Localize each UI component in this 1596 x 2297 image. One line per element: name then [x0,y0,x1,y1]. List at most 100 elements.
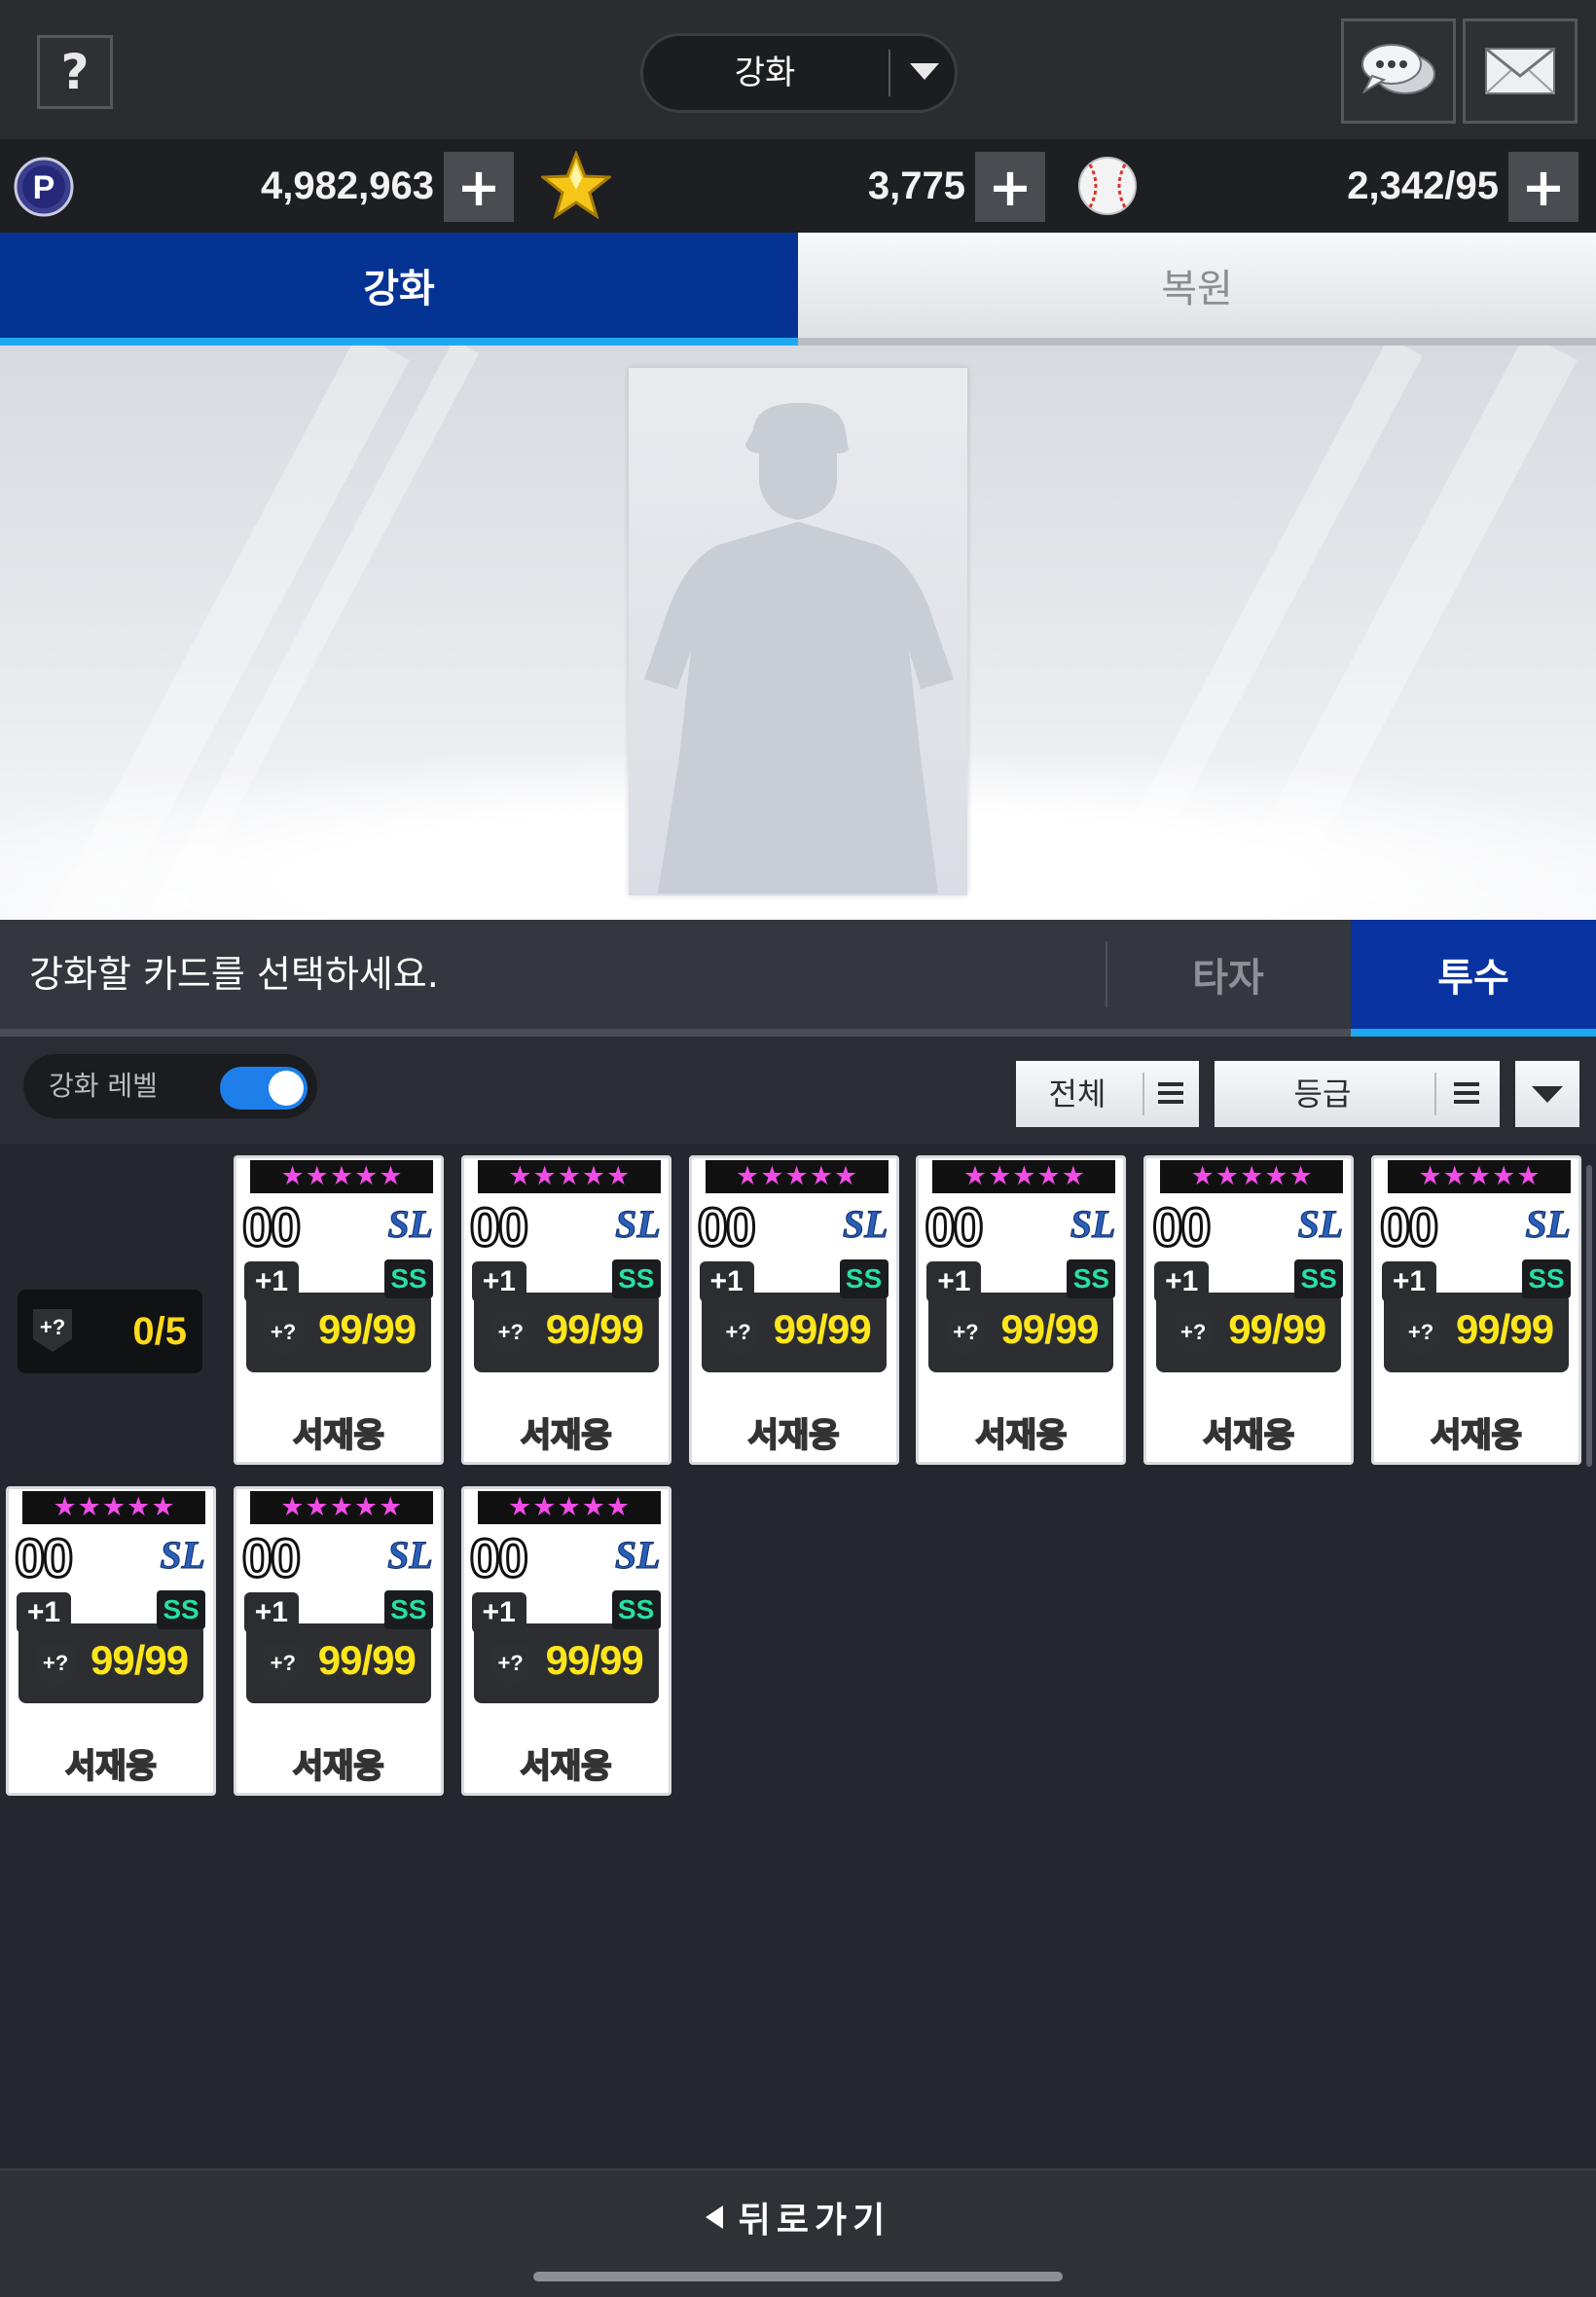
menu-icon [1158,1082,1183,1104]
star-icon: ★ [988,1161,1012,1191]
star-icon: ★ [1264,1161,1288,1191]
player-card[interactable]: ★ ★ ★ ★ ★ 00 SL +1 SS +? 99/99 서재응 [1371,1155,1581,1465]
sort-grade-button[interactable]: 등급 [1215,1061,1500,1127]
enhance-plus-badge: +1 [243,1592,299,1633]
player-card[interactable]: ★ ★ ★ ★ ★ 00 SL +1 SS +? 99/99 서재응 [916,1155,1127,1465]
player-name: 서재응 [747,1415,841,1456]
player-name: 서재응 [520,1415,613,1456]
stars-value: 3,775 [867,164,965,207]
unknown-enhance-badge: +? [264,1314,303,1357]
tab-hitter[interactable]: 타자 [1107,920,1349,1029]
uniform-number: 00 [13,1526,74,1590]
card-stage [0,346,1596,920]
star-icon: ★ [508,1492,532,1522]
enhance-plus-badge: +1 [1154,1261,1210,1302]
add-balls-button[interactable]: + [1508,152,1578,222]
star-icon: ★ [784,1161,809,1191]
star-icon: ★ [557,1492,581,1522]
player-card[interactable]: ★ ★ ★ ★ ★ 00 SL +1 SS +? 99/99 서재응 [1143,1155,1355,1465]
unknown-enhance-text: +? [497,1651,524,1675]
help-button[interactable]: ? [37,35,113,109]
star-icon: ★ [353,1492,379,1522]
filter-divider [1143,1073,1144,1115]
chat-button[interactable] [1341,18,1456,124]
team-logo: SL [387,1202,434,1247]
add-stars-button[interactable]: + [975,152,1045,222]
card-grid: +? 0/5 ★ ★ ★ ★ ★ 00 SL +1 SS +? 99/99 서재응 ★ ★ ★ ★ ★ 00 SL +… [0,1144,1596,2169]
svg-text:P: P [33,169,55,206]
grade-badge: SS [1294,1259,1344,1298]
tab-pitcher[interactable]: 투수 [1351,920,1596,1037]
home-indicator[interactable] [533,2272,1063,2281]
sort-order-dropdown[interactable] [1515,1061,1579,1127]
star-icon: ★ [280,1492,305,1522]
bottom-bar: 뒤로가기 [0,2169,1596,2297]
tab-hitter-label: 타자 [1192,956,1264,1001]
player-name: 서재응 [64,1746,158,1787]
player-card[interactable]: ★ ★ ★ ★ ★ 00 SL +1 SS +? 99/99 서재응 [233,1486,444,1796]
star-icon: ★ [1061,1161,1085,1191]
enhance-level-toggle[interactable] [220,1067,308,1110]
overall-rating: 99/99 [545,1306,644,1352]
team-logo: SL [1297,1202,1344,1247]
star-icon: ★ [329,1161,354,1191]
grade-badge: SS [383,1590,433,1629]
chat-bubble-icon [1361,44,1435,94]
mail-button[interactable] [1463,18,1578,124]
team-logo: SL [1525,1202,1572,1247]
star-icon: ★ [605,1492,631,1522]
uniform-number: 00 [696,1195,757,1259]
star-rating: ★ ★ ★ ★ ★ [477,1160,661,1193]
p-coin-icon: P [14,157,74,217]
star-icon: ★ [1492,1161,1516,1191]
star-icon: ★ [354,1161,379,1191]
star-icon: ★ [581,1161,606,1191]
player-card[interactable]: ★ ★ ★ ★ ★ 00 SL +1 SS +? 99/99 서재응 [6,1486,216,1796]
player-card[interactable]: ★ ★ ★ ★ ★ 00 SL +1 SS +? 99/99 서재응 [234,1155,444,1465]
enhance-plus-badge: +1 [699,1261,754,1302]
grade-badge: SS [157,1590,205,1629]
back-label: 뒤로가기 [738,2201,891,2241]
empty-card-slot[interactable] [629,368,967,895]
tab-restore[interactable]: 복원 [798,233,1596,346]
star-icon: ★ [532,1161,557,1191]
currency-bar: P 4,982,963 + 3,775 + 2,342/95 + [0,139,1596,233]
tab-enhance[interactable]: 강화 [0,233,798,346]
player-card[interactable]: ★ ★ ★ ★ ★ 00 SL +1 SS +? 99/99 서재응 [688,1155,899,1465]
overall-rating: 99/99 [1000,1306,1099,1352]
star-icon: ★ [77,1492,101,1522]
back-button[interactable]: 뒤로가기 [691,2190,905,2244]
tab-restore-label: 복원 [1161,267,1233,311]
player-card[interactable]: ★ ★ ★ ★ ★ 00 SL +1 SS +? 99/99 서재응 [460,1155,671,1465]
grade-badge: SS [611,1590,661,1629]
filter-all-button[interactable]: 전체 [1016,1061,1199,1127]
enhance-level-toggle-group: 강화 레벨 [23,1054,317,1118]
star-icon: ★ [1516,1161,1541,1191]
balls-value: 2,342/95 [1347,164,1499,207]
unknown-enhance-badge: +? [1174,1314,1214,1357]
team-logo: SL [842,1202,889,1247]
star-icon: ★ [127,1492,151,1522]
overall-rating: 99/99 [318,1306,417,1352]
enhance-plus-badge: +1 [17,1592,71,1633]
unknown-enhance-text: +? [42,1651,69,1675]
unknown-enhance-badge: +? [946,1314,986,1357]
grid-scrollbar[interactable] [1586,1165,1592,1467]
mode-dropdown[interactable]: 강화 [640,33,958,113]
uniform-number: 00 [240,1195,302,1259]
star-icon: ★ [962,1161,988,1191]
unknown-enhance-badge: +? [1401,1314,1440,1357]
uniform-number: 00 [240,1526,302,1590]
grade-badge: SS [1067,1259,1116,1298]
grade-badge: SS [384,1259,433,1298]
grade-badge: SS [1522,1259,1571,1298]
enhance-level-label: 강화 레벨 [49,1070,158,1102]
player-card[interactable]: ★ ★ ★ ★ ★ 00 SL +1 SS +? 99/99 서재응 [460,1486,671,1796]
add-points-button[interactable]: + [444,152,514,222]
star-icon: ★ [151,1492,175,1522]
star-icon: ★ [1288,1161,1313,1191]
plus-label: + [456,156,501,218]
star-rating: ★ ★ ★ ★ ★ [705,1160,889,1193]
unknown-enhance-text: +? [953,1320,979,1344]
uniform-number: 00 [1151,1195,1213,1259]
